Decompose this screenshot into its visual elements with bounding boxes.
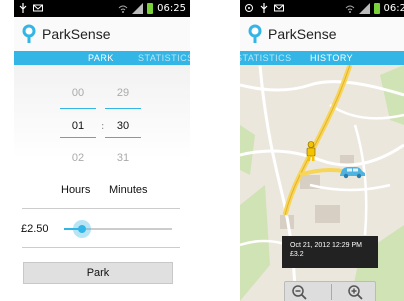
- tab-bar: STATISTICS HISTORY: [240, 51, 404, 65]
- tab-park[interactable]: PARK: [88, 53, 114, 63]
- status-time: 06:2: [383, 3, 404, 14]
- action-bar: ParkSense: [240, 17, 404, 51]
- hours-label: Hours: [61, 184, 91, 196]
- minutes-bottom-divider: [105, 137, 141, 138]
- park-form: 00 01 02 : 29 30 31 Hours Minutes £2.50 …: [14, 65, 190, 301]
- app-title: ParkSense: [268, 26, 337, 42]
- usb-icon: [260, 3, 268, 13]
- minutes-top-divider: [105, 108, 141, 109]
- hours-bottom-divider: [60, 137, 96, 138]
- history-screen: 06:2 ParkSense STATISTICS HISTORY Oct 21…: [240, 0, 404, 301]
- zoom-in-icon[interactable]: [347, 284, 363, 300]
- zoom-separator: [331, 284, 332, 300]
- usb-icon: [19, 3, 27, 13]
- price-label: £2.50: [21, 223, 49, 235]
- park-button[interactable]: Park: [23, 262, 173, 284]
- park-screen: 06:25 ParkSense PARK STATISTICS 00 01 02…: [14, 0, 190, 301]
- mail-icon: [274, 4, 284, 12]
- mail-icon: [33, 4, 43, 12]
- minutes-value[interactable]: 30: [103, 120, 143, 132]
- parking-meter-icon: [22, 24, 36, 43]
- zoom-controls: [284, 281, 376, 301]
- slider-thumb[interactable]: [73, 220, 91, 238]
- wifi-icon: [345, 5, 354, 13]
- divider: [22, 208, 180, 209]
- tab-bar: PARK STATISTICS: [14, 51, 190, 65]
- hours-value[interactable]: 01: [58, 120, 98, 132]
- status-time: 06:25: [157, 3, 186, 14]
- signal-icon: [132, 3, 144, 14]
- hours-prev[interactable]: 00: [58, 87, 98, 99]
- wifi-icon: [118, 5, 128, 13]
- minutes-next[interactable]: 31: [103, 152, 143, 164]
- status-bar: 06:2: [240, 0, 404, 17]
- hours-top-divider: [60, 108, 96, 109]
- car-marker-icon[interactable]: [338, 165, 366, 179]
- action-bar: ParkSense: [14, 17, 190, 51]
- parking-meter-icon: [248, 24, 262, 43]
- zoom-out-icon[interactable]: [291, 284, 307, 300]
- location-icon: [245, 4, 253, 12]
- app-title: ParkSense: [42, 26, 111, 42]
- tooltip-price: £3.2: [290, 251, 304, 258]
- tab-statistics[interactable]: STATISTICS: [240, 53, 292, 63]
- tab-statistics[interactable]: STATISTICS: [138, 53, 190, 63]
- person-marker-icon[interactable]: [304, 141, 318, 161]
- status-bar: 06:25: [14, 0, 190, 17]
- hours-next[interactable]: 02: [58, 152, 98, 164]
- duration-slider[interactable]: [64, 220, 172, 238]
- battery-icon: [373, 3, 380, 14]
- divider: [22, 247, 180, 248]
- map-view[interactable]: Oct 21, 2012 12:29 PM £3.2: [240, 65, 404, 301]
- tab-history[interactable]: HISTORY: [310, 53, 353, 63]
- battery-icon: [147, 3, 154, 14]
- signal-icon: [358, 3, 370, 14]
- tooltip-date: Oct 21, 2012 12:29 PM: [290, 242, 362, 249]
- minutes-label: Minutes: [109, 184, 148, 196]
- minutes-prev[interactable]: 29: [103, 87, 143, 99]
- history-tooltip: Oct 21, 2012 12:29 PM £3.2: [282, 236, 378, 268]
